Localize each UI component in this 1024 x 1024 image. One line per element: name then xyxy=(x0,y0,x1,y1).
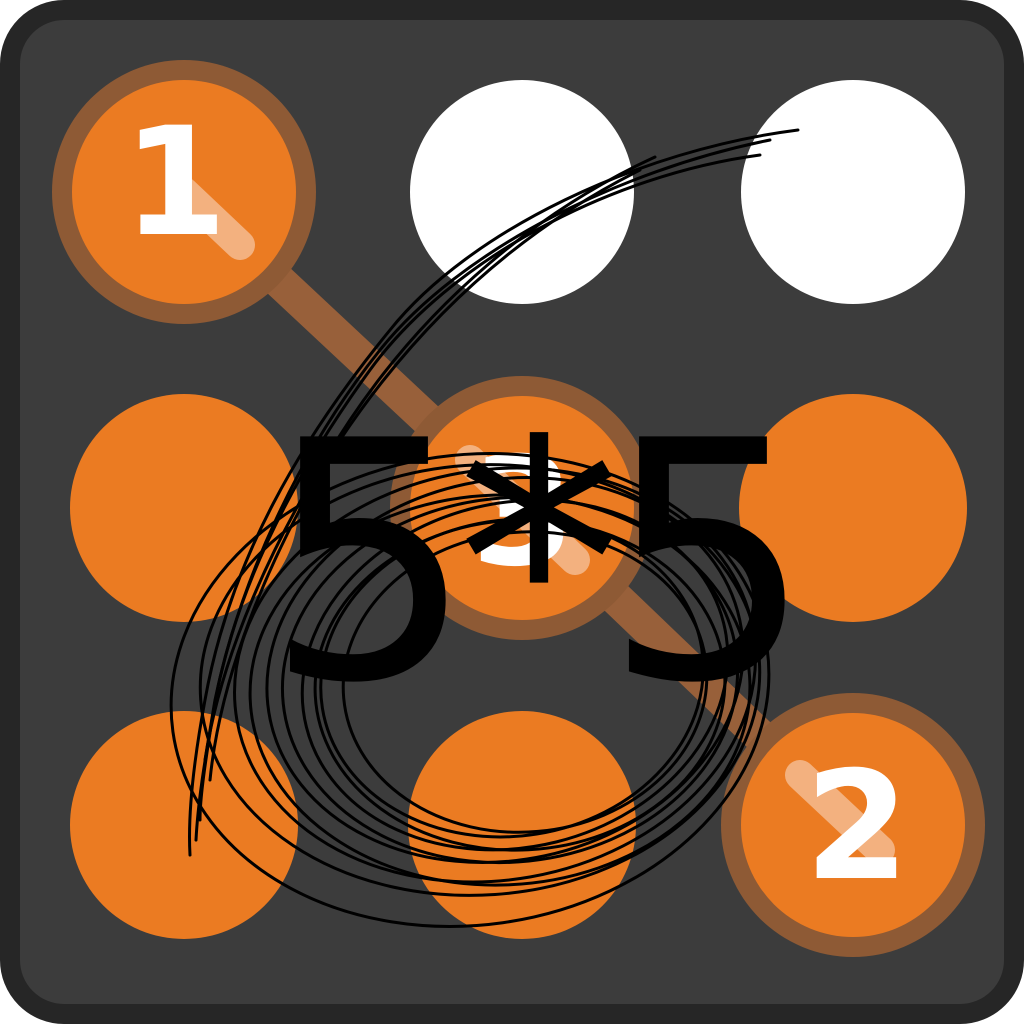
dot-2[interactable] xyxy=(410,80,634,304)
dot-3[interactable] xyxy=(741,80,965,304)
dot-4[interactable] xyxy=(70,394,298,622)
game-board[interactable] xyxy=(0,0,1024,1024)
dot-8[interactable] xyxy=(408,711,636,939)
dot-6[interactable] xyxy=(739,394,967,622)
dot-7[interactable] xyxy=(70,711,298,939)
